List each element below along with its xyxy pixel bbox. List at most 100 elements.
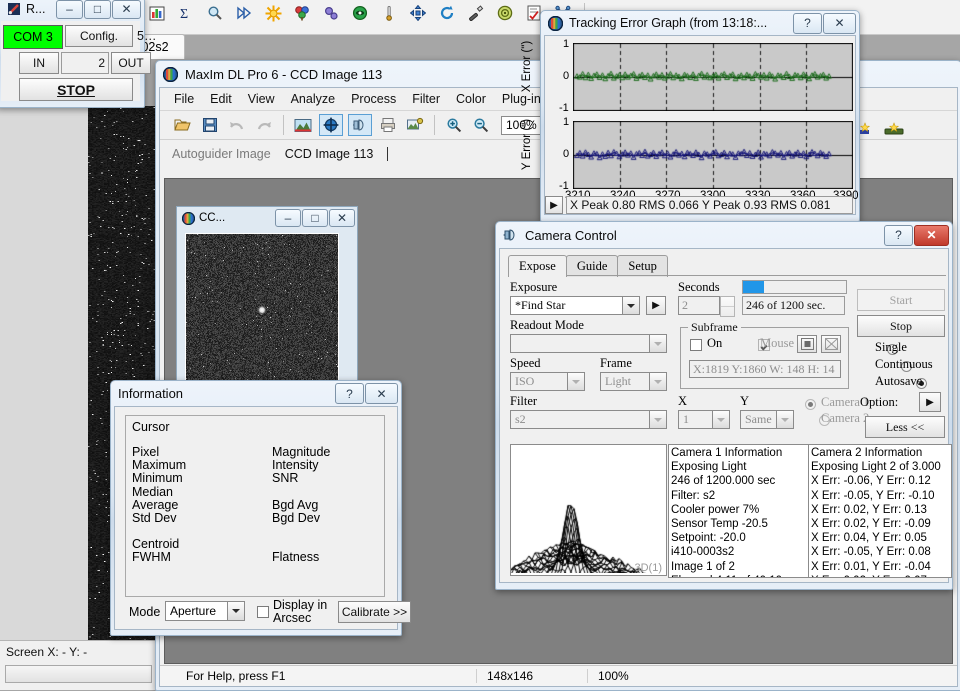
tracking-error-graph-window[interactable]: Tracking Error Graph (from 13:18:... ? ✕…: [521, 10, 860, 222]
y-error-plot[interactable]: [573, 121, 853, 189]
target-icon[interactable]: [494, 3, 516, 23]
mode-autosave-label[interactable]: Autosave: [875, 374, 922, 389]
chevron-down-icon[interactable]: [622, 297, 639, 314]
sigma-icon[interactable]: Σ: [175, 3, 197, 23]
ccd-minimize-button[interactable]: –: [275, 209, 301, 227]
chevron-down-icon[interactable]: [567, 373, 584, 390]
focuser-out-button[interactable]: OUT: [111, 52, 151, 74]
guider-icon[interactable]: [349, 3, 371, 23]
print-icon[interactable]: [377, 115, 399, 135]
speed-combo[interactable]: ISO: [510, 372, 585, 391]
subframe-coords[interactable]: X:1819 Y:1860 W: 148 H: 14: [689, 360, 841, 378]
tracking-graph-help-button[interactable]: ?: [793, 12, 822, 34]
chevron-down-icon[interactable]: [649, 373, 666, 390]
ccd-image-window[interactable]: CC... – □ ✕: [176, 206, 358, 390]
tracking-graph-titlebar[interactable]: Tracking Error Graph (from 13:18:... ? ✕: [541, 11, 859, 35]
zoom-out-icon[interactable]: [470, 115, 492, 135]
camera-control-icon[interactable]: [348, 114, 372, 136]
save-icon[interactable]: [199, 115, 221, 135]
tracking-graph-close-button[interactable]: ✕: [823, 12, 856, 34]
chevron-down-icon[interactable]: [649, 335, 666, 352]
exposure-combo[interactable]: *Find Star: [510, 296, 640, 315]
open-icon[interactable]: [172, 115, 194, 135]
information-close-button[interactable]: ✕: [365, 383, 398, 404]
subframe-on-checkbox[interactable]: [690, 339, 702, 351]
focuser-stop-button[interactable]: STOP: [19, 78, 133, 101]
chevron-down-icon[interactable]: [649, 411, 666, 428]
camera-control-tabs[interactable]: Expose Guide Setup: [508, 255, 668, 277]
histogram-icon[interactable]: [146, 3, 168, 23]
focuser-minimize-button[interactable]: –: [56, 0, 83, 19]
calibrate-button[interactable]: Calibrate >>: [338, 601, 411, 623]
camera-control-titlebar[interactable]: Camera Control ? ✕: [496, 222, 952, 248]
tab-autoguider-image[interactable]: Autoguider Image: [172, 147, 271, 161]
com-port-indicator[interactable]: COM 3: [3, 25, 63, 49]
tracking-graph-play-button[interactable]: ▶: [545, 196, 563, 214]
move-icon[interactable]: [407, 3, 429, 23]
fast-forward-icon[interactable]: [233, 3, 255, 23]
mode-continuous-label[interactable]: Continuous: [875, 357, 933, 372]
flashlight-icon[interactable]: [465, 3, 487, 23]
display-in-arcsec-checkbox[interactable]: [257, 606, 269, 618]
readout-mode-combo[interactable]: [510, 334, 667, 353]
start-button[interactable]: Start: [857, 289, 945, 311]
camera-1-information[interactable]: Camera 1 Information Exposing Light 246 …: [668, 444, 812, 578]
camera-1-radio[interactable]: [805, 399, 816, 410]
focuser-window[interactable]: R... – □ ✕ COM 3 Config. 5… IN 2 OUT STO…: [0, 0, 156, 108]
x-error-plot[interactable]: [573, 43, 853, 111]
information-help-button[interactable]: ?: [335, 383, 364, 404]
information-titlebar[interactable]: Information ? ✕: [111, 381, 401, 406]
ccd-image-canvas[interactable]: [185, 233, 339, 383]
star-badge-icon[interactable]: [858, 122, 874, 139]
menu-analyze[interactable]: Analyze: [291, 92, 335, 106]
menu-file[interactable]: File: [174, 92, 194, 106]
rotate-icon[interactable]: [436, 3, 458, 23]
chevron-down-icon[interactable]: [227, 602, 244, 620]
star-tray-icon[interactable]: [884, 122, 904, 139]
thermometer-icon[interactable]: [378, 3, 400, 23]
frame-combo[interactable]: Light: [600, 372, 667, 391]
focuser-close-button[interactable]: ✕: [112, 0, 141, 19]
crosshair-icon[interactable]: [319, 114, 343, 136]
camera-2-information[interactable]: Camera 2 Information Exposing Light 2 of…: [808, 444, 952, 578]
subframe-select-icon[interactable]: [797, 335, 817, 353]
focuser-position-input[interactable]: 2: [61, 52, 109, 74]
tab-guide[interactable]: Guide: [565, 255, 619, 277]
camera-control-help-button[interactable]: ?: [884, 224, 913, 246]
information-mode-combo[interactable]: Aperture: [165, 601, 245, 621]
menu-process[interactable]: Process: [351, 92, 396, 106]
binning-x-combo[interactable]: 1: [678, 410, 730, 429]
menu-filter[interactable]: Filter: [412, 92, 440, 106]
focuser-maximize-button[interactable]: □: [84, 0, 111, 19]
chevron-down-icon[interactable]: [776, 411, 793, 428]
stop-button[interactable]: Stop: [857, 315, 945, 337]
seconds-spinner[interactable]: [720, 296, 735, 317]
seconds-input[interactable]: 2: [678, 296, 720, 315]
color-balance-icon[interactable]: [291, 3, 313, 23]
ccd-close-button[interactable]: ✕: [329, 209, 355, 227]
batch-icon[interactable]: [404, 115, 426, 135]
filter-combo[interactable]: s2: [510, 410, 667, 429]
menu-edit[interactable]: Edit: [210, 92, 232, 106]
less-button[interactable]: Less <<: [865, 416, 945, 438]
zoom-in-icon[interactable]: [443, 115, 465, 135]
focuser-titlebar[interactable]: R... – □ ✕: [0, 0, 144, 21]
tab-ccd-image-113[interactable]: CCD Image 113: [285, 147, 374, 161]
binning-y-combo[interactable]: Same: [740, 410, 794, 429]
focuser-in-button[interactable]: IN: [19, 52, 59, 74]
exposure-play-button[interactable]: ▶: [646, 296, 666, 315]
subframe-clear-icon[interactable]: [821, 335, 841, 353]
options-button[interactable]: ▶: [919, 392, 941, 412]
sun-icon[interactable]: [262, 3, 284, 23]
camera-control-window[interactable]: Camera Control ? ✕ Expose Guide Setup Ex…: [495, 221, 953, 590]
ccd-maximize-button[interactable]: □: [302, 209, 328, 227]
tray-icon-group[interactable]: [858, 122, 904, 139]
config-button[interactable]: Config.: [65, 25, 133, 47]
information-window[interactable]: Information ? ✕ Cursor Pixel Maximum Min…: [110, 380, 411, 636]
menu-color[interactable]: Color: [456, 92, 486, 106]
tab-setup[interactable]: Setup: [617, 255, 668, 277]
camera-control-close-button[interactable]: ✕: [914, 224, 949, 246]
star-profile-3d-plot[interactable]: 3D(1): [510, 444, 667, 576]
screen-stretch-icon[interactable]: [292, 115, 314, 135]
menu-view[interactable]: View: [248, 92, 275, 106]
